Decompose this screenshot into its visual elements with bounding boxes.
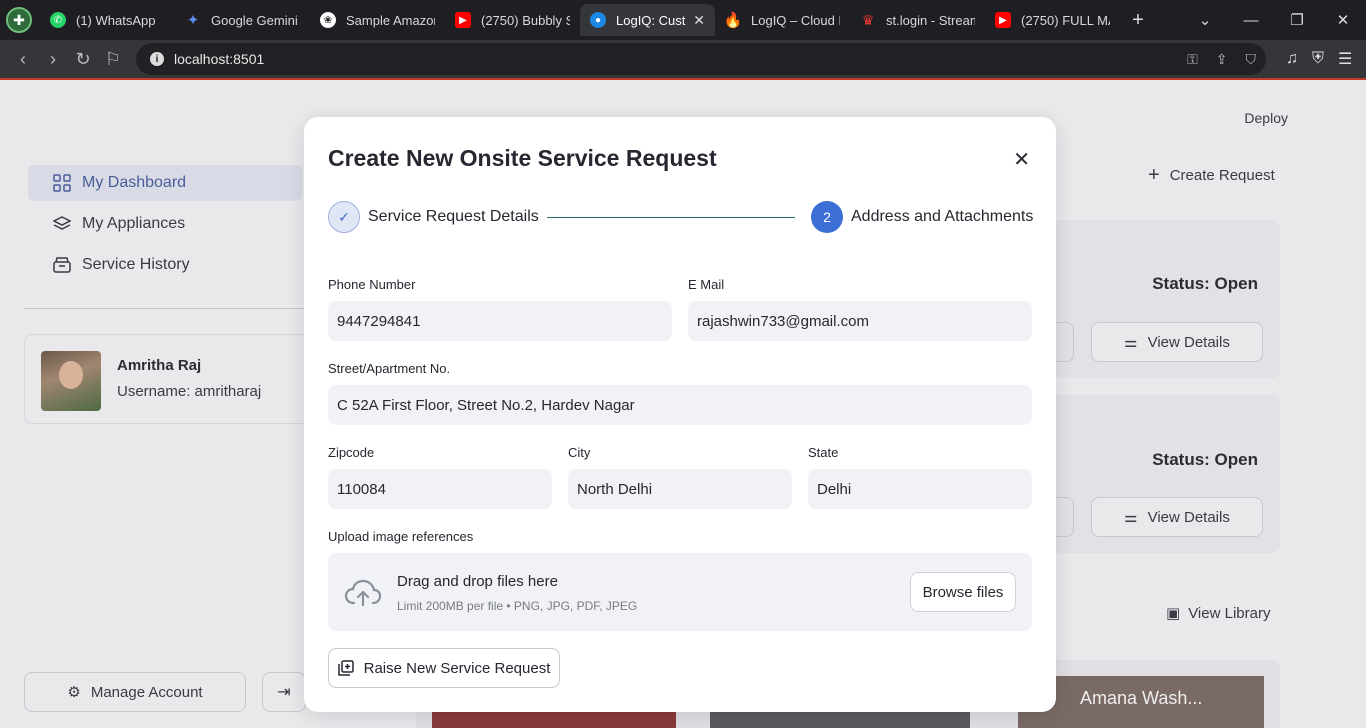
check-icon: ✓	[328, 201, 360, 233]
password-key-icon[interactable]: ⚿	[1187, 51, 1198, 68]
stepper-connector	[547, 217, 795, 218]
archive-icon	[52, 255, 72, 275]
tab-logiq-customer[interactable]: ● LogIQ: Cust ✕	[580, 4, 715, 36]
logout-icon: ⇥	[277, 684, 291, 701]
sidebar-item-my-dashboard[interactable]: My Dashboard	[28, 165, 302, 201]
address-bar: ‹ › ↻ ⚐ i localhost:8501 ⚿ ⇪ ⛉ ♫ ⛨ ☰	[0, 40, 1366, 80]
tab-st-login[interactable]: ♛ st.login - Stream	[850, 4, 985, 36]
sliders-icon: ⚌	[1124, 334, 1138, 351]
street-field[interactable]: C 52A First Floor, Street No.2, Hardev N…	[328, 385, 1032, 425]
view-details-button[interactable]: ⚌ View Details	[1091, 497, 1263, 537]
layers-icon	[52, 214, 72, 234]
avatar	[41, 351, 101, 411]
phone-field[interactable]: 9447294841	[328, 301, 672, 341]
reload-icon[interactable]: ↻	[68, 49, 98, 70]
streamlit-crown-icon: ♛	[861, 11, 875, 28]
cloud-upload-icon	[344, 579, 382, 607]
street-label: Street/Apartment No.	[328, 361, 451, 376]
sliders-icon: ⚌	[1124, 509, 1138, 526]
menu-icon[interactable]: ☰	[1338, 49, 1352, 69]
close-icon[interactable]: ✕	[1013, 147, 1030, 172]
streamlit-icon: ●	[590, 12, 606, 28]
create-request-button[interactable]: + Create Request	[1148, 164, 1275, 187]
status-badge: Status: Open	[1152, 274, 1258, 293]
video-title: Amana Wash...	[1080, 688, 1203, 708]
profile-username: Username: amritharaj	[117, 383, 262, 400]
bookmark-icon[interactable]: ⚐	[98, 49, 128, 70]
request-card: Status: Open ⚌ View Details	[1050, 220, 1280, 378]
tab-youtube-bubbly[interactable]: ▶ (2750) Bubbly Si	[445, 4, 580, 36]
manage-account-button[interactable]: ⚙ Manage Account	[24, 672, 246, 712]
back-icon[interactable]: ‹	[8, 49, 38, 70]
view-details-button[interactable]: ⚌ View Details	[1091, 322, 1263, 362]
sidebar-divider	[24, 308, 304, 309]
firebase-icon: 🔥	[723, 12, 743, 29]
profile-card: Amritha Raj Username: amritharaj	[24, 334, 314, 424]
profile-name: Amritha Raj	[117, 357, 202, 374]
browser-tab-bar: ✚ ✆ (1) WhatsApp ✦ Google Gemini ❀ Sampl…	[0, 0, 1366, 40]
sidebar-item-my-appliances[interactable]: My Appliances	[28, 206, 302, 242]
share-icon[interactable]: ⇪	[1216, 51, 1228, 68]
deploy-button[interactable]: Deploy	[1244, 110, 1288, 126]
vpn-shield-icon[interactable]: ⛨	[1312, 50, 1324, 68]
city-field[interactable]: North Delhi	[568, 469, 792, 509]
media-icon[interactable]: ♫	[1286, 50, 1298, 68]
upload-label: Upload image references	[328, 529, 474, 544]
tab-logiq-cloud[interactable]: 🔥 LogIQ – Cloud F	[715, 4, 850, 36]
zipcode-label: Zipcode	[328, 445, 375, 460]
browse-files-button[interactable]: Browse files	[910, 572, 1016, 612]
email-field[interactable]: rajashwin733@gmail.com	[688, 301, 1032, 341]
request-card: Status: Open ⚌ View Details	[1050, 395, 1280, 553]
add-box-icon	[337, 660, 354, 676]
dropzone-title: Drag and drop files here	[397, 573, 558, 590]
step-service-request-details: ✓ Service Request Details	[328, 201, 539, 233]
city-label: City	[568, 445, 591, 460]
url-field[interactable]: i localhost:8501 ⚿ ⇪ ⛉	[136, 43, 1266, 75]
tab-youtube-full[interactable]: ▶ (2750) FULL MA	[985, 4, 1120, 36]
site-info-icon[interactable]: i	[150, 52, 164, 66]
youtube-icon: ▶	[995, 12, 1011, 28]
library-icon: ▣	[1166, 605, 1181, 622]
tab-gemini[interactable]: ✦ Google Gemini	[175, 4, 310, 36]
tab-whatsapp[interactable]: ✆ (1) WhatsApp	[40, 4, 175, 36]
file-dropzone[interactable]: Drag and drop files here Limit 200MB per…	[328, 553, 1032, 631]
chatgpt-icon: ❀	[320, 12, 336, 28]
step-address-and-attachments: 2 Address and Attachments	[811, 201, 1033, 233]
new-tab-button[interactable]: +	[1120, 9, 1156, 32]
raise-request-button[interactable]: Raise New Service Request	[328, 648, 560, 688]
brave-shield-icon[interactable]: ⛉	[1246, 51, 1257, 68]
state-label: State	[808, 445, 839, 460]
step-number: 2	[811, 201, 843, 233]
logout-button[interactable]: ⇥	[262, 672, 306, 712]
user-gear-icon: ⚙	[67, 684, 81, 701]
sidebar-item-service-history[interactable]: Service History	[28, 247, 302, 283]
view-library-button[interactable]: ▣ View Library	[1166, 604, 1270, 623]
tab-search-icon[interactable]: ⌄	[1182, 11, 1228, 29]
window-controls: ⌄ — ❐ ✕	[1182, 0, 1366, 40]
grid-icon	[52, 173, 72, 193]
plus-icon: +	[1148, 164, 1160, 186]
modal-title: Create New Onsite Service Request	[328, 145, 717, 171]
close-tab-icon[interactable]: ✕	[693, 12, 705, 29]
gemini-icon: ✦	[186, 12, 200, 29]
forward-icon[interactable]: ›	[38, 49, 68, 70]
zipcode-field[interactable]: 110084	[328, 469, 552, 509]
restore-icon[interactable]: ❐	[1274, 11, 1320, 29]
dropzone-subtitle: Limit 200MB per file • PNG, JPG, PDF, JP…	[397, 599, 638, 613]
tab-sample-amazon[interactable]: ❀ Sample Amazon	[310, 4, 445, 36]
close-window-icon[interactable]: ✕	[1320, 11, 1366, 29]
whatsapp-icon: ✆	[50, 12, 66, 28]
email-label: E Mail	[688, 277, 725, 292]
browser-profile-icon[interactable]: ✚	[6, 7, 32, 33]
create-request-modal: Create New Onsite Service Request ✕ ✓ Se…	[304, 117, 1056, 712]
state-field[interactable]: Delhi	[808, 469, 1032, 509]
phone-label: Phone Number	[328, 277, 416, 292]
minimize-icon[interactable]: —	[1228, 12, 1274, 29]
youtube-icon: ▶	[455, 12, 471, 28]
status-badge: Status: Open	[1152, 450, 1258, 469]
